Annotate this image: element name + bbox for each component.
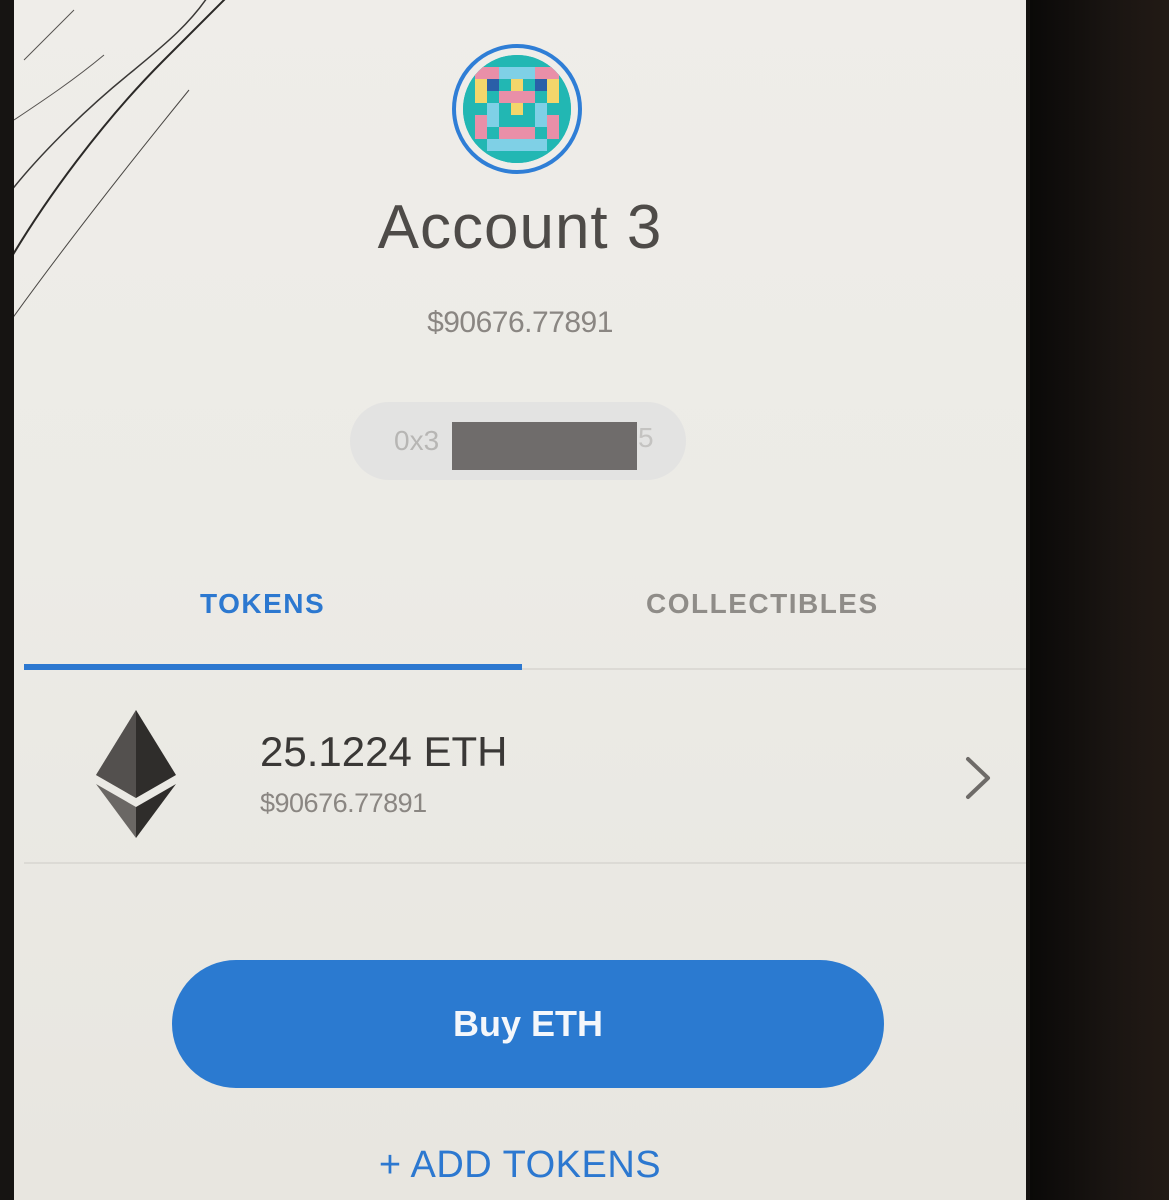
address-suffix: 5 [638,422,654,453]
chevron-right-icon [966,757,990,799]
token-row-divider [24,862,1026,864]
tab-tokens[interactable]: TOKENS [200,588,325,620]
address-prefix: 0x3 [394,425,440,456]
wallet-screen: Account 3 $90676.77891 0x3 5 TOKENS COLL… [14,0,1026,1200]
tab-collectibles[interactable]: COLLECTIBLES [646,588,879,620]
phone-frame: Account 3 $90676.77891 0x3 5 TOKENS COLL… [0,0,1169,1200]
account-balance: $90676.77891 [427,306,613,339]
account-avatar[interactable] [452,44,582,174]
tab-active-indicator [24,664,522,670]
ethereum-icon [96,710,176,838]
add-tokens-link[interactable]: + ADD TOKENS [14,1144,1026,1187]
token-row-eth[interactable]: 25.1224 ETH $90676.77891 [24,672,1026,864]
identicon-avatar [463,55,571,163]
tab-divider [522,668,1026,670]
screen-crack [14,0,226,317]
buy-eth-button[interactable]: Buy ETH [172,960,884,1088]
phone-right-bezel [1030,0,1169,1200]
token-fiat-value: $90676.77891 [260,788,427,818]
address-redaction [452,422,637,470]
token-amount: 25.1224 ETH [260,728,508,775]
account-name[interactable]: Account 3 [14,192,1026,263]
